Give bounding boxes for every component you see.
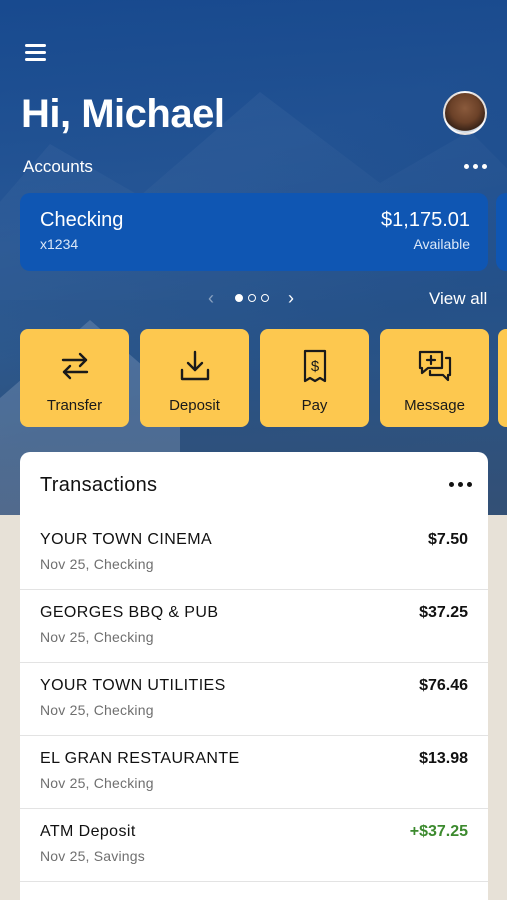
message-button[interactable]: Message [380,329,489,427]
transaction-merchant: GEORGES BBQ & PUB [40,604,219,621]
transaction-meta: Nov 25, Savings [40,848,145,864]
profile-avatar[interactable] [443,91,487,135]
pay-button[interactable]: $ Pay [260,329,369,427]
transaction-amount: $13.98 [419,750,468,767]
pay-label: Pay [301,397,328,414]
account-balance: $1,175.01 [381,209,470,231]
deposit-button[interactable]: Deposit [140,329,249,427]
deposit-icon [180,350,209,381]
transaction-meta: Nov 25, Checking [40,702,154,718]
transaction-amount: $76.46 [419,677,468,694]
account-name: Checking [40,209,124,231]
message-label: Message [404,397,465,414]
transaction-row[interactable]: ATM Deposit Nov 25, Savings +$37.25 [20,809,488,882]
transaction-merchant: YOUR TOWN CINEMA [40,531,213,548]
view-all-link[interactable]: View all [429,289,487,309]
accounts-more-icon[interactable] [462,156,488,176]
transactions-more-icon[interactable] [445,474,475,494]
account-number: x1234 [40,236,79,252]
transaction-amount-credit: +$37.25 [409,823,468,840]
transactions-title: Transactions [40,474,158,496]
next-account-card-peek[interactable] [496,193,507,271]
transaction-merchant: EL GRAN RESTAURANTE [40,750,240,767]
account-balance-status: Available [413,236,470,252]
transaction-merchant: ATM Deposit [40,823,136,840]
transaction-row[interactable]: EL GRAN RESTAURANTE Nov 25, Checking $13… [20,736,488,809]
transaction-merchant: YOUR TOWN UTILITIES [40,677,226,694]
page-indicator [235,294,269,302]
transfer-button[interactable]: Transfer [20,329,129,427]
transaction-meta: Nov 25, Checking [40,775,154,791]
transaction-amount: $7.50 [427,531,468,548]
account-pager: ‹ › [203,288,299,308]
page-dot [261,294,269,302]
chevron-left-icon[interactable]: ‹ [203,288,219,309]
svg-text:$: $ [310,358,319,375]
page-dot [248,294,256,302]
message-icon [418,350,451,382]
greeting-title: Hi, Michael [21,92,225,136]
transfer-label: Transfer [46,397,103,414]
transaction-row[interactable]: GEORGES BBQ & PUB Nov 25, Checking $37.2… [20,590,488,663]
transaction-amount: $37.25 [419,604,468,621]
transaction-row[interactable]: YOUR TOWN UTILITIES Nov 25, Checking $76… [20,663,488,736]
page-dot-active [235,294,243,302]
hamburger-menu-icon[interactable] [25,44,46,62]
accounts-label: Accounts [23,157,93,176]
pay-icon: $ [303,349,326,383]
account-card-checking[interactable]: Checking x1234 $1,175.01 Available [20,193,488,271]
next-action-peek[interactable] [498,329,507,427]
chevron-right-icon[interactable]: › [283,288,299,309]
deposit-label: Deposit [169,397,220,414]
transaction-meta: Nov 25, Checking [40,629,154,645]
transfer-icon [61,352,88,380]
transaction-meta: Nov 25, Checking [40,556,154,572]
transactions-card: Transactions YOUR TOWN CINEMA Nov 25, Ch… [20,452,488,900]
transaction-row[interactable]: YOUR TOWN CINEMA Nov 25, Checking $7.50 [20,517,488,590]
